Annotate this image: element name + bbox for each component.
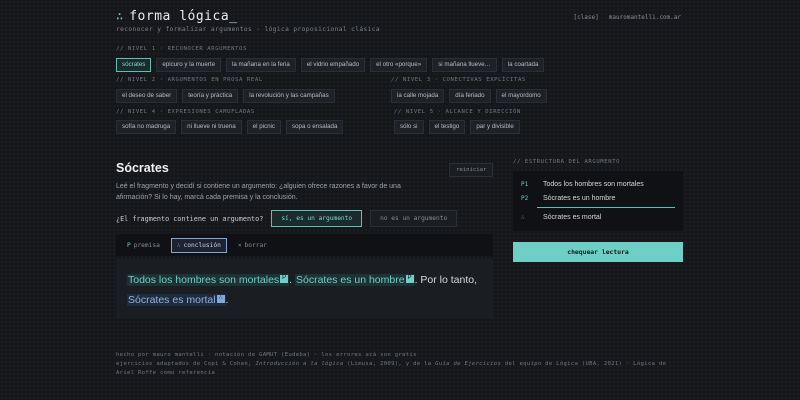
conclusion-tag: ∴ [216, 294, 225, 303]
structure-panel: P1 Todos los hombres son mortales P2 Sóc… [513, 171, 683, 231]
chip-calle[interactable]: la calle mojada [391, 89, 445, 104]
chip-deseo[interactable]: el deseo de saber [116, 89, 178, 104]
structure-premise-2: Sócrates es un hombre [543, 194, 616, 202]
chip-truena[interactable]: ni llueve ni truena [181, 120, 242, 135]
level-2-chips: el deseo de saber teoría y práctica la r… [116, 89, 335, 104]
structure-premise-1: Todos los hombres son mortales [543, 180, 644, 188]
structure-key: P1 [521, 180, 529, 188]
conclusion-text: Sócrates es mortal [128, 294, 216, 306]
premise-icon: P [127, 241, 131, 249]
restart-button[interactable]: reiniciar [449, 163, 494, 177]
chip-feria[interactable]: la mañana en la feria [226, 58, 296, 73]
chip-sofia[interactable]: sofía no madruga [116, 120, 177, 135]
premise-span[interactable]: Sócrates es un hombre P [295, 274, 415, 286]
structure-key: P2 [521, 194, 529, 202]
chip-par[interactable]: par y divisible [470, 120, 520, 135]
premise-span[interactable]: Todos los hombres son mortales P [127, 274, 290, 286]
chip-sopa[interactable]: sopa o ensalada [286, 120, 344, 135]
answer-yes-button[interactable]: sí, es un argumento [271, 210, 363, 227]
chip-mayordomo[interactable]: el mayordomo [495, 89, 547, 104]
premise-tag: P [405, 274, 414, 283]
level-3-label: // NIVEL 3 · CONECTIVAS EXPLÍCITAS [391, 77, 526, 83]
top-nav: [clase] mauromantelli.com.ar [573, 14, 681, 21]
site-title: forma lógica_ [129, 9, 238, 24]
lesson-title: Sócrates [116, 161, 169, 175]
text-end: . [225, 294, 229, 306]
level-1-label: // NIVEL 1 · RECONOCER ARGUMENTOS [116, 46, 247, 52]
marking-toolbar: P premisa ∴ conclusión × borrar [116, 234, 493, 256]
question-text: ¿El fragmento contiene un argumento? [116, 214, 264, 223]
text-separator: . Por lo tanto, [414, 274, 478, 286]
footer-line-2: ejercicios adaptados de Copi & Cohen, In… [116, 360, 686, 378]
tool-conclusion-label: conclusión [183, 241, 221, 249]
chip-llueve[interactable]: si mañana llueve… [432, 58, 497, 73]
nav-site-link[interactable]: mauromantelli.com.ar [609, 14, 681, 21]
chip-solo-si[interactable]: sólo si [394, 120, 424, 135]
premise-1-text: Todos los hombres son mortales [128, 274, 280, 286]
chip-picnic[interactable]: el picnic [246, 120, 282, 135]
level-5-label: // NIVEL 5 · ALCANCE Y DIRECCIÓN [394, 109, 521, 115]
chip-revolucion[interactable]: la revolución y las campañas [243, 89, 335, 104]
tagline: reconocer y formalizar argumentos · lógi… [116, 26, 381, 33]
footer: hecho por mauro mantelli · notación de G… [116, 351, 686, 378]
therefore-icon: ∴ [521, 213, 525, 221]
check-reading-button[interactable]: chequear lectura [513, 242, 683, 262]
premise-2-text: Sócrates es un hombre [296, 274, 405, 286]
answer-no-button[interactable]: no es un argumento [370, 210, 458, 227]
premise-tag: P [280, 274, 289, 283]
tool-premise-button[interactable]: P premisa [122, 239, 165, 252]
brand[interactable]: ∴ forma lógica_ [116, 9, 237, 24]
structure-row: ∴ Sócrates es mortal [521, 210, 675, 224]
footer-text: ejercicios adaptados de Copi & Cohen, [116, 361, 256, 367]
therefore-icon: ∴ [176, 241, 181, 249]
question-row: ¿El fragmento contiene un argumento? sí,… [116, 210, 458, 227]
chip-feriado[interactable]: día feriado [449, 89, 491, 104]
footer-book-title: Introducción a la lógica [255, 361, 344, 367]
chip-epicuro[interactable]: epicuro y la muerte [156, 58, 222, 73]
level-1-chips: sócrates epicuro y la muerte la mañana e… [116, 58, 545, 73]
tool-conclusion-button[interactable]: ∴ conclusión [170, 237, 227, 253]
chip-socrates[interactable]: sócrates [116, 58, 152, 73]
tool-erase-label: borrar [244, 241, 267, 249]
structure-row: P1 Todos los hombres son mortales [521, 177, 675, 191]
level-5-chips: sólo si el testigo par y divisible [394, 120, 520, 135]
nav-clase-link[interactable]: [clase] [573, 14, 598, 21]
level-4-label: // NIVEL 4 · EXPRESIONES CAMUFLADAS [116, 109, 255, 115]
lesson-description: Leé el fragmento y decidí si contiene un… [116, 183, 401, 201]
level-2-label: // NIVEL 2 · ARGUMENTOS EN PROSA REAL [116, 77, 263, 83]
level-3-chips: la calle mojada día feriado el mayordomo [391, 89, 547, 104]
level-4-chips: sofía no madruga ni llueve ni truena el … [116, 120, 344, 135]
chip-testigo[interactable]: el testigo [428, 120, 466, 135]
fragment-text: Todos los hombres son mortales P. Sócrate… [116, 259, 493, 319]
structure-label: // ESTRUCTURA DEL ARGUMENTO [513, 159, 621, 165]
tool-erase-button[interactable]: × borrar [233, 239, 272, 252]
chip-vidrio[interactable]: el vidrio empañado [300, 58, 366, 73]
footer-text: (Limusa, 2009), y de la [343, 361, 436, 367]
tool-premise-label: premisa [133, 241, 160, 249]
chip-porque[interactable]: el otro «porque» [370, 58, 428, 73]
chip-coartada[interactable]: la coartada [501, 58, 545, 73]
structure-divider [537, 207, 675, 208]
conclusion-span[interactable]: Sócrates es mortal ∴ [127, 294, 226, 306]
structure-conclusion: Sócrates es mortal [543, 213, 602, 221]
structure-row: P2 Sócrates es un hombre [521, 191, 675, 205]
chip-teoria[interactable]: teoría y práctica [182, 89, 239, 104]
therefore-icon: ∴ [116, 9, 124, 23]
footer-guide-title: Guía de Ejercicios [435, 361, 502, 367]
footer-line-1: hecho por mauro mantelli · notación de G… [116, 352, 417, 358]
close-icon: × [237, 241, 242, 249]
